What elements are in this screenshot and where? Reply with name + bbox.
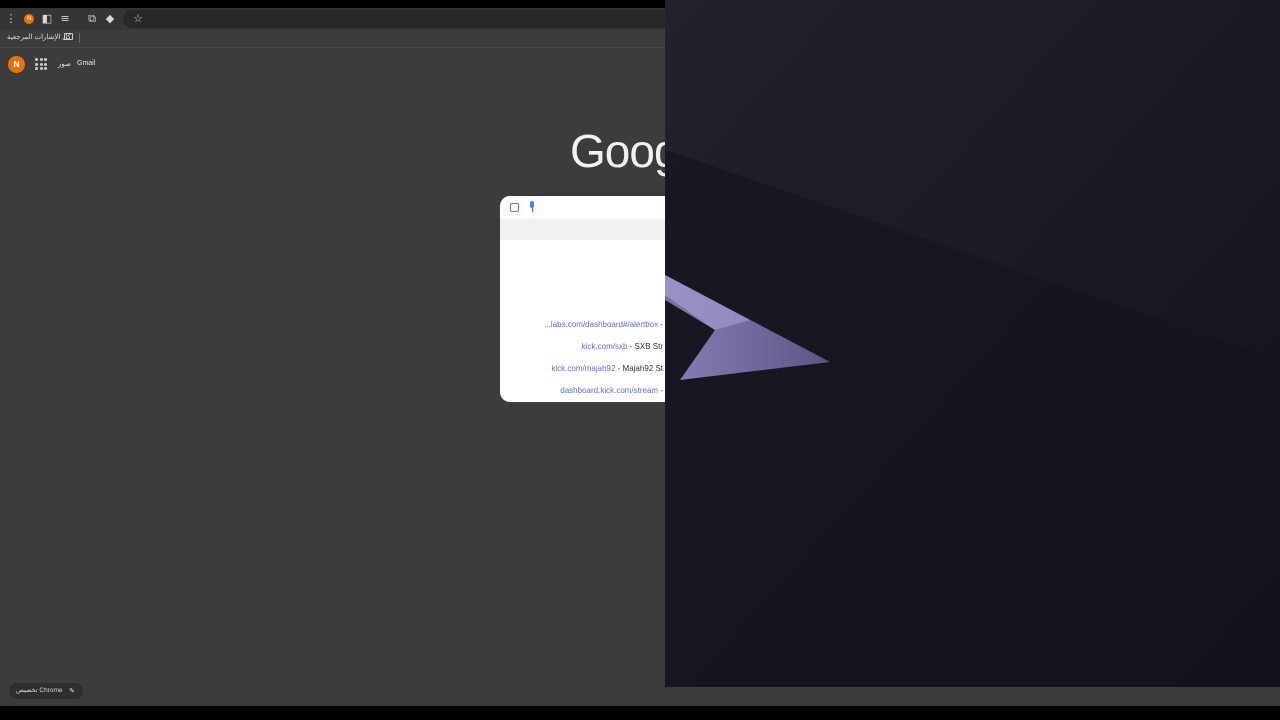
customize-label: تخصيص Chrome: [16, 687, 63, 694]
pencil-icon: ✎: [69, 687, 75, 695]
suggestion-url: ...labs.com/dashboard#/alertbox: [544, 320, 659, 329]
reading-list-icon[interactable]: ≡: [58, 12, 72, 26]
suggestion-row[interactable]: kick.com/majah92 - Majah92 St: [551, 364, 663, 373]
side-panel-icon[interactable]: ◧: [40, 12, 54, 26]
star-icon[interactable]: ☆: [131, 12, 145, 26]
suggestion-title: -: [658, 320, 663, 329]
menu-icon[interactable]: ⋮: [4, 12, 18, 26]
suggestion-url: kick.com/majah92: [551, 364, 616, 373]
screen: ⋮ N ◧ ≡ ⧉ ◆ ☆ كل الإشارات المرجعية N صور…: [0, 0, 1280, 720]
suggestion-url: dashboard.kick.com/stream: [560, 386, 659, 395]
google-lens-icon[interactable]: [510, 203, 519, 212]
all-bookmarks-button[interactable]: كل الإشارات المرجعية: [7, 33, 71, 41]
images-link[interactable]: صور: [58, 60, 71, 68]
profile-icon[interactable]: N: [24, 14, 34, 24]
suggestion-row[interactable]: ...labs.com/dashboard#/alertbox -: [544, 320, 663, 329]
suggestion-title: - Majah92 St: [615, 364, 663, 373]
suggestion-title: - SXB Str: [627, 342, 663, 351]
address-bar[interactable]: ☆: [123, 10, 683, 28]
apps-grid-icon[interactable]: [35, 58, 47, 70]
microphone-icon[interactable]: [529, 201, 535, 212]
suggestion-url: kick.com/sxb: [581, 342, 628, 351]
extension-diamond-icon[interactable]: ◆: [103, 12, 117, 26]
customize-chrome-button[interactable]: تخصيص Chrome ✎: [9, 683, 83, 699]
folder-icon: [64, 33, 73, 40]
top-strip: [0, 0, 665, 8]
suggestion-row[interactable]: kick.com/sxb - SXB Str: [582, 342, 663, 351]
avatar[interactable]: N: [8, 56, 25, 73]
bookmarks-separator: [79, 33, 80, 43]
gmail-link[interactable]: Gmail: [77, 60, 95, 67]
wallpaper-window: [665, 0, 1280, 687]
extensions-icon[interactable]: ⧉: [85, 12, 99, 26]
suggestion-row[interactable]: dashboard.kick.com/stream -: [560, 386, 663, 395]
wallpaper-graphic: [665, 0, 1280, 687]
google-logo: Goog: [570, 125, 680, 177]
suggestion-title: -: [658, 386, 663, 395]
